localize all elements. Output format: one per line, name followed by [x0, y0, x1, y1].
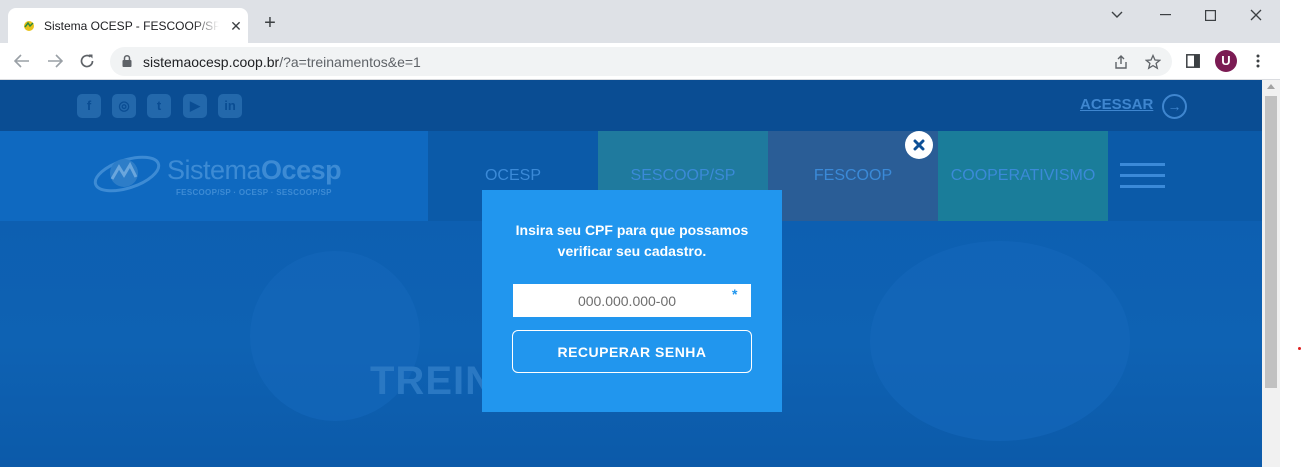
- acessar-link[interactable]: ACESSAR: [1080, 96, 1153, 113]
- cpf-input[interactable]: [513, 284, 751, 317]
- cpf-modal: Insira seu CPF para que possamos verific…: [482, 190, 782, 412]
- maximize-icon[interactable]: [1187, 0, 1233, 30]
- scroll-thumb[interactable]: [1265, 96, 1277, 388]
- url-text: sistemaocesp.coop.br/?a=treinamentos&e=1: [143, 54, 421, 70]
- stray-dot: [1298, 347, 1301, 350]
- kebab-menu-icon[interactable]: [1247, 50, 1269, 72]
- site-topbar: f ◎ t ▶ in ACESSAR →: [0, 80, 1262, 131]
- page-scrollbar[interactable]: [1262, 80, 1280, 467]
- tab-search-chevron-icon[interactable]: [1094, 0, 1140, 30]
- tab-strip: Sistema OCESP - FESCOOP/SP, O ✕ +: [0, 0, 1280, 43]
- logo-subtitle: FESCOOP/SP · OCESP · SESCOOP/SP: [176, 188, 332, 197]
- youtube-icon[interactable]: ▶: [183, 94, 207, 118]
- page-viewport: f ◎ t ▶ in ACESSAR → SistemaOcesp FESCOO…: [0, 80, 1262, 467]
- facebook-icon[interactable]: f: [77, 94, 101, 118]
- share-icon[interactable]: [1111, 52, 1131, 72]
- minimize-icon[interactable]: [1143, 0, 1189, 30]
- acessar-arrow-icon[interactable]: →: [1162, 94, 1187, 119]
- tab-title: Sistema OCESP - FESCOOP/SP, O: [44, 19, 219, 33]
- reload-icon[interactable]: [76, 50, 98, 72]
- modal-instruction: Insira seu CPF para que possamos verific…: [515, 222, 749, 259]
- ocesp-favicon-icon: [24, 21, 34, 31]
- back-arrow-icon[interactable]: [11, 50, 33, 72]
- ocesp-logo-mark-icon: [93, 155, 161, 193]
- linkedin-icon[interactable]: in: [218, 94, 242, 118]
- scroll-up-arrow-icon[interactable]: [1267, 84, 1275, 89]
- side-panel-icon[interactable]: [1182, 50, 1204, 72]
- browser-window: Sistema OCESP - FESCOOP/SP, O ✕ + sistem…: [0, 0, 1280, 467]
- tab-close-icon[interactable]: ✕: [228, 18, 244, 34]
- forward-arrow-icon[interactable]: [44, 50, 66, 72]
- required-indicator: *: [732, 286, 738, 302]
- nav-item-cooperativismo[interactable]: COOPERATIVISMO: [938, 131, 1108, 227]
- modal-close-icon[interactable]: [905, 131, 933, 159]
- recover-password-button[interactable]: RECUPERAR SENHA: [512, 330, 752, 373]
- lock-icon: [122, 54, 132, 67]
- logo-area[interactable]: SistemaOcesp FESCOOP/SP · OCESP · SESCOO…: [0, 131, 428, 221]
- profile-avatar[interactable]: U: [1215, 50, 1237, 72]
- active-tab[interactable]: Sistema OCESP - FESCOOP/SP, O ✕: [8, 8, 248, 43]
- close-window-icon[interactable]: [1233, 0, 1279, 30]
- hero-image-shape: [870, 241, 1130, 441]
- logo-text: SistemaOcesp: [167, 155, 342, 185]
- bookmark-star-icon[interactable]: [1143, 52, 1163, 72]
- instagram-icon[interactable]: ◎: [112, 94, 136, 118]
- new-tab-icon[interactable]: +: [260, 13, 280, 33]
- browser-toolbar: sistemaocesp.coop.br/?a=treinamentos&e=1…: [0, 43, 1280, 80]
- address-bar[interactable]: sistemaocesp.coop.br/?a=treinamentos&e=1: [110, 47, 1172, 76]
- twitter-icon[interactable]: t: [147, 94, 171, 118]
- hamburger-menu-icon[interactable]: [1120, 163, 1165, 189]
